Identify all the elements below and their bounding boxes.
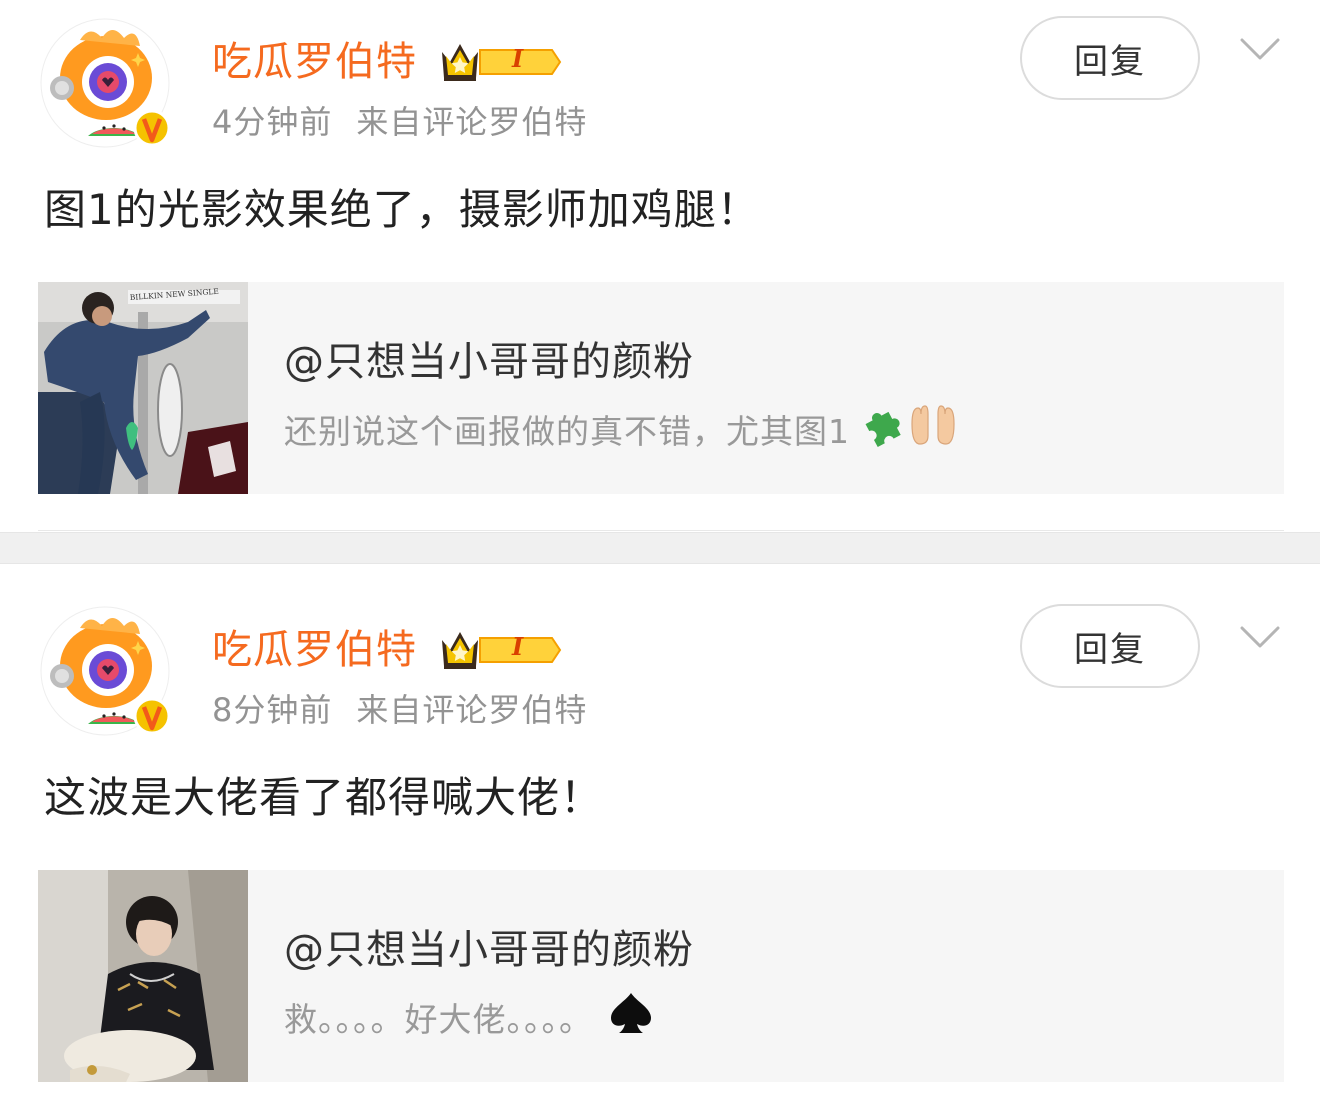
- comment-card: 吃瓜罗伯特 I 4分钟前 来自评论罗伯特 回复 图1的光影效果绝了，摄影师加鸡腿！…: [0, 0, 1320, 532]
- vip-crown-badge-icon[interactable]: [440, 38, 564, 86]
- quoted-text-row: 还别说这个画报做的真不错，尤其图1: [284, 402, 958, 461]
- quoted-post[interactable]: @只想当小哥哥的颜粉 救。。。。好大佬。。。。: [38, 870, 1284, 1082]
- quoted-author[interactable]: @只想当小哥哥的颜粉: [284, 922, 694, 978]
- post-meta: 4分钟前 来自评论罗伯特: [212, 100, 587, 144]
- reply-button[interactable]: 回复: [1020, 16, 1200, 100]
- spade-icon: [607, 990, 655, 1049]
- comment-text: 这波是大佬看了都得喊大佬！: [44, 773, 604, 822]
- username[interactable]: 吃瓜罗伯特: [212, 622, 417, 678]
- quoted-post[interactable]: BILLKIN NEW SINGLE @只想当小哥哥的颜粉 还别说这个画报做的真…: [38, 282, 1284, 494]
- avatar[interactable]: [40, 606, 170, 736]
- comment-card: 吃瓜罗伯特 I 8分钟前 来自评论罗伯特 回复 这波是大佬看了都得喊大佬！ @只…: [0, 564, 1320, 1109]
- chevron-down-icon[interactable]: [1240, 622, 1280, 652]
- post-source[interactable]: 来自评论罗伯特: [356, 691, 587, 729]
- puzzle-piece-icon: [860, 402, 906, 461]
- avatar[interactable]: [40, 18, 170, 148]
- post-time: 4分钟前: [212, 103, 333, 141]
- post-source[interactable]: 来自评论罗伯特: [356, 103, 587, 141]
- comment-text: 图1的光影效果绝了，摄影师加鸡腿！: [44, 185, 760, 234]
- quoted-text: 救。。。。好大佬。。。。: [284, 999, 593, 1039]
- quoted-post-thumbnail[interactable]: [38, 870, 248, 1082]
- quoted-author[interactable]: @只想当小哥哥的颜粉: [284, 334, 694, 390]
- chevron-down-icon[interactable]: [1240, 34, 1280, 64]
- username[interactable]: 吃瓜罗伯特: [212, 34, 417, 90]
- post-meta: 8分钟前 来自评论罗伯特: [212, 688, 587, 732]
- vip-crown-badge-icon[interactable]: [440, 626, 564, 674]
- section-separator: [0, 532, 1320, 564]
- quoted-text: 还别说这个画报做的真不错，尤其图1: [284, 411, 850, 451]
- quoted-text-row: 救。。。。好大佬。。。。: [284, 990, 655, 1049]
- divider: [38, 530, 1284, 531]
- palms-up-icon: [908, 402, 958, 461]
- reply-button[interactable]: 回复: [1020, 604, 1200, 688]
- post-time: 8分钟前: [212, 691, 333, 729]
- quoted-post-thumbnail[interactable]: BILLKIN NEW SINGLE: [38, 282, 248, 494]
